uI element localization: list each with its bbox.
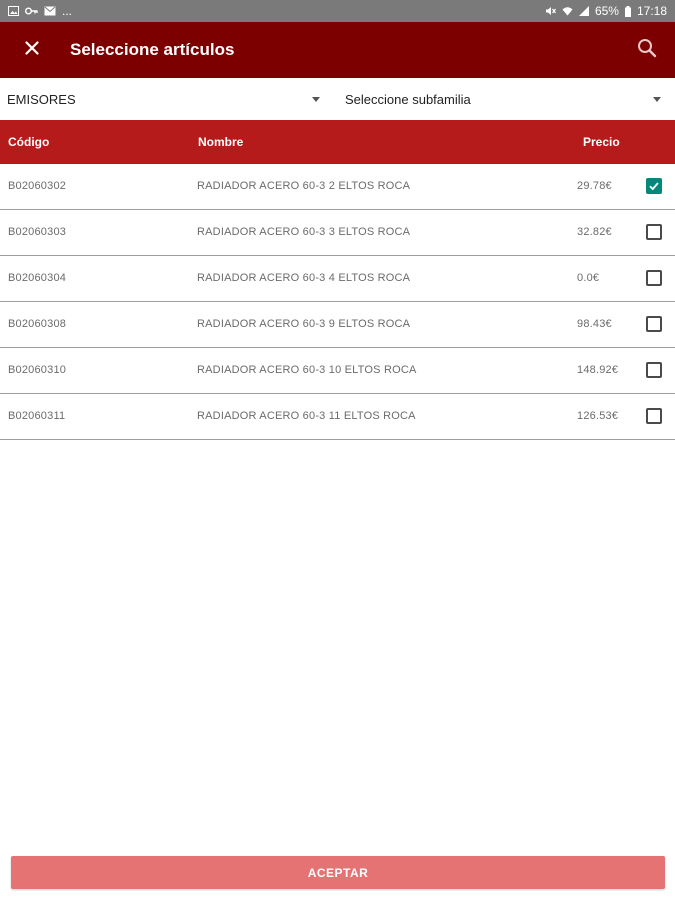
status-left: ... <box>8 4 72 18</box>
status-overflow: ... <box>62 4 73 18</box>
row-code: B02060303 <box>8 226 67 238</box>
table-row[interactable]: B02060303 RADIADOR ACERO 60-3 3 ELTOS RO… <box>0 210 675 256</box>
wifi-icon <box>562 6 573 16</box>
column-header-price: Precio <box>583 135 620 149</box>
column-header-name: Nombre <box>198 135 244 149</box>
search-button[interactable] <box>619 22 675 78</box>
row-price: 0.0€ <box>577 272 600 284</box>
table-row[interactable]: B02060308 RADIADOR ACERO 60-3 9 ELTOS RO… <box>0 302 675 348</box>
row-code: B02060304 <box>8 272 67 284</box>
status-time: 17:18 <box>636 4 667 18</box>
row-name: RADIADOR ACERO 60-3 4 ELTOS ROCA <box>197 272 411 284</box>
row-price: 32.82€ <box>577 226 612 238</box>
row-code: B02060311 <box>8 410 66 422</box>
row-name: RADIADOR ACERO 60-3 10 ELTOS ROCA <box>197 364 417 376</box>
family-value: EMISORES <box>7 91 76 107</box>
status-bar: ... 65% 17:18 <box>0 0 675 22</box>
row-checkbox[interactable] <box>646 408 662 424</box>
row-checkbox[interactable] <box>646 224 662 240</box>
row-code: B02060310 <box>8 364 67 376</box>
mail-icon <box>44 6 56 16</box>
page-title: Seleccione artículos <box>70 40 235 59</box>
table-header: Código Nombre Precio <box>0 120 675 164</box>
battery-icon <box>624 5 631 17</box>
key-icon <box>25 7 38 15</box>
row-name: RADIADOR ACERO 60-3 11 ELTOS ROCA <box>197 410 416 422</box>
row-code: B02060308 <box>8 318 67 330</box>
search-icon <box>637 38 657 63</box>
row-price: 98.43€ <box>577 318 612 330</box>
table-row[interactable]: B02060310 RADIADOR ACERO 60-3 10 ELTOS R… <box>0 348 675 394</box>
accept-button[interactable]: ACEPTAR <box>11 856 665 889</box>
row-price: 29.78€ <box>577 180 612 192</box>
row-name: RADIADOR ACERO 60-3 3 ELTOS ROCA <box>197 226 411 238</box>
subfamily-value: Seleccione subfamilia <box>345 91 471 107</box>
dropdown-caret-icon <box>653 96 661 102</box>
row-checkbox[interactable] <box>646 178 662 194</box>
status-right: 65% 17:18 <box>545 4 667 18</box>
row-checkbox[interactable] <box>646 362 662 378</box>
filters-bar: EMISORES Seleccione subfamilia <box>0 78 675 120</box>
checkmark-icon <box>649 182 659 191</box>
signal-icon <box>578 6 589 16</box>
table-row[interactable]: B02060302 RADIADOR ACERO 60-3 2 ELTOS RO… <box>0 164 675 210</box>
family-dropdown[interactable]: EMISORES <box>0 78 330 120</box>
subfamily-dropdown[interactable]: Seleccione subfamilia <box>330 78 675 120</box>
close-icon <box>25 40 39 60</box>
row-checkbox[interactable] <box>646 316 662 332</box>
article-list: B02060302 RADIADOR ACERO 60-3 2 ELTOS RO… <box>0 164 675 440</box>
mute-icon <box>545 6 556 16</box>
column-header-code: Código <box>8 135 50 149</box>
row-name: RADIADOR ACERO 60-3 9 ELTOS ROCA <box>197 318 411 330</box>
row-code: B02060302 <box>8 180 67 192</box>
close-button[interactable] <box>0 22 64 78</box>
app-bar: Seleccione artículos <box>0 22 675 78</box>
row-price: 148.92€ <box>577 364 619 376</box>
battery-percent: 65% <box>594 4 619 18</box>
table-row[interactable]: B02060304 RADIADOR ACERO 60-3 4 ELTOS RO… <box>0 256 675 302</box>
table-row[interactable]: B02060311 RADIADOR ACERO 60-3 11 ELTOS R… <box>0 394 675 440</box>
row-checkbox[interactable] <box>646 270 662 286</box>
dropdown-caret-icon <box>312 96 320 102</box>
image-icon <box>8 6 19 16</box>
row-price: 126.53€ <box>577 410 619 422</box>
row-name: RADIADOR ACERO 60-3 2 ELTOS ROCA <box>197 180 411 192</box>
